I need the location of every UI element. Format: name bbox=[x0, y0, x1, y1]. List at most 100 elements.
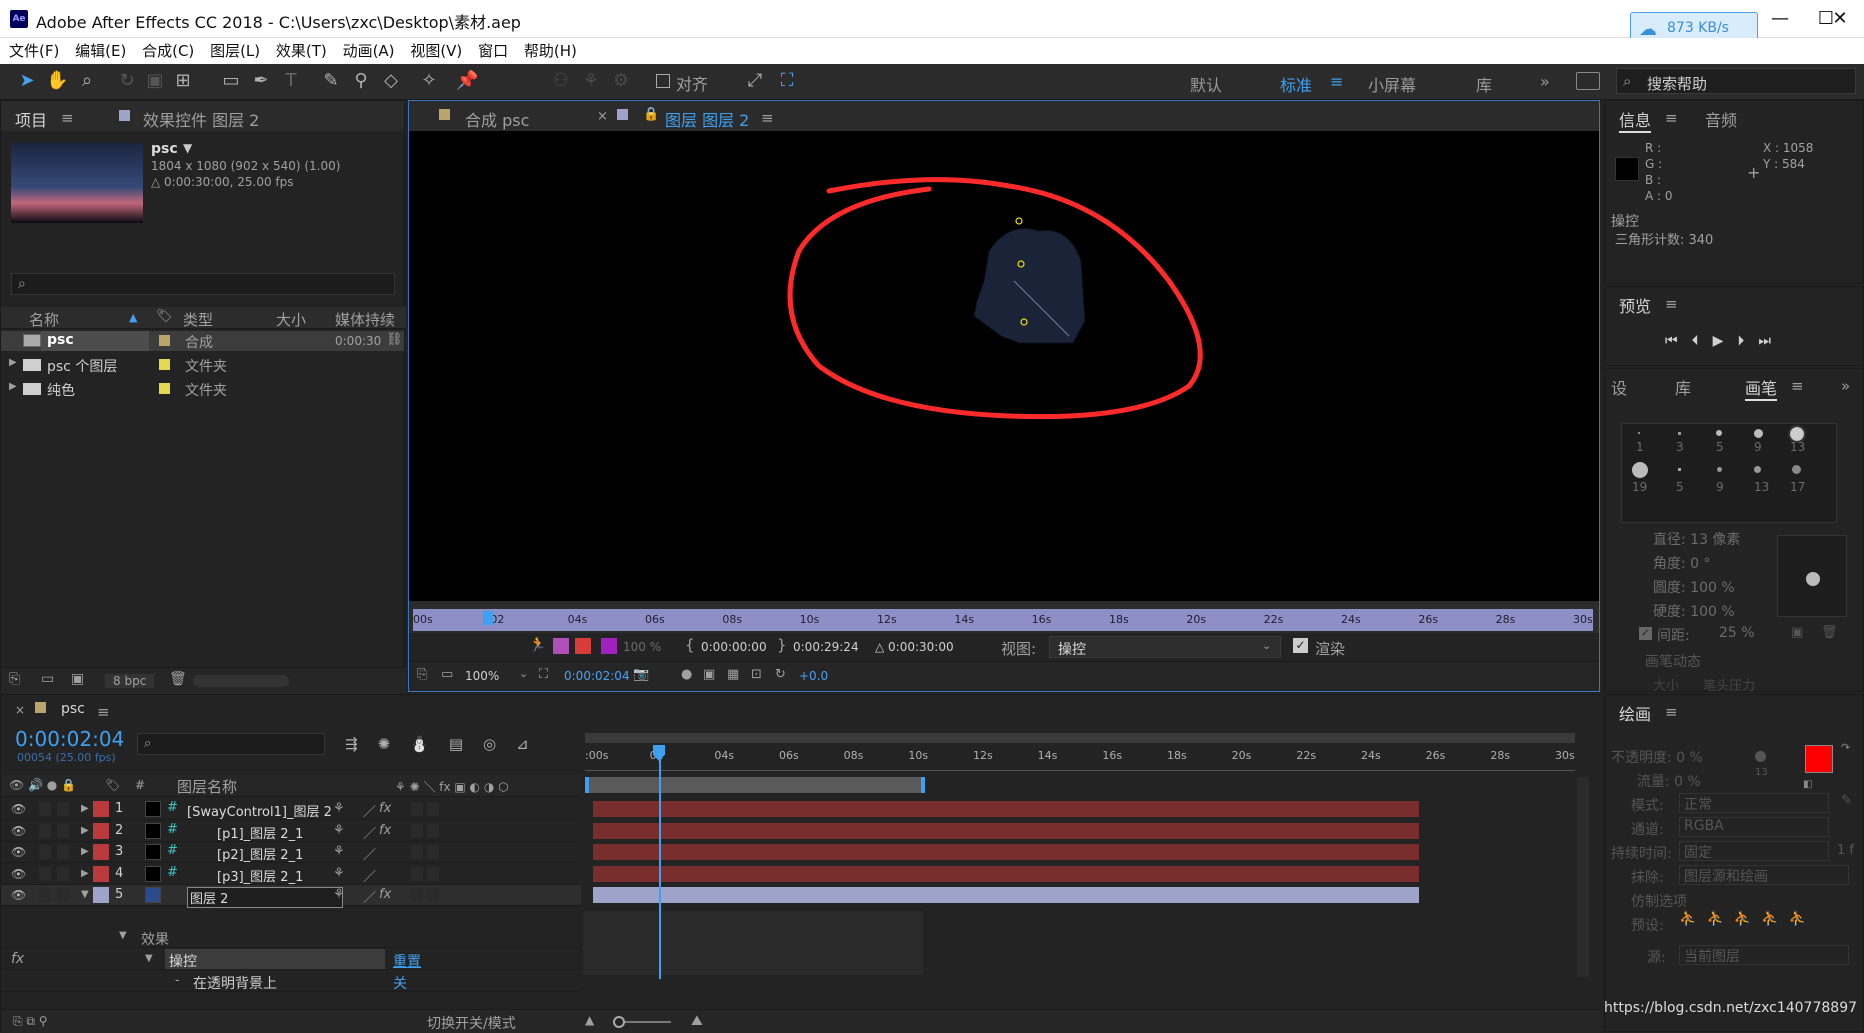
out-time[interactable]: 0:00:29:24 bbox=[793, 640, 859, 654]
region-icon[interactable]: ▣ bbox=[703, 667, 715, 682]
motion-blur-toggle[interactable] bbox=[411, 823, 423, 838]
fx-switch-icon[interactable]: fx bbox=[379, 801, 391, 816]
fx-switch-icon[interactable]: fx bbox=[379, 823, 391, 838]
puppet-starch-icon[interactable]: ⚘ bbox=[580, 70, 602, 92]
shy-layers-icon[interactable]: ⛄ bbox=[410, 735, 449, 753]
viewer-menu-icon[interactable]: ≡ bbox=[761, 109, 774, 127]
list-item[interactable]: ▶ psc 个图层 文件夹 bbox=[1, 355, 404, 375]
menu-help[interactable]: 帮助(H) bbox=[524, 38, 577, 64]
timeline-timecode[interactable]: 0:00:02:04 bbox=[15, 727, 124, 751]
layer-name[interactable]: [SwayControl1]_图层 2 bbox=[187, 801, 332, 820]
3d-view-icon[interactable]: ⊡ bbox=[751, 667, 762, 682]
brush-dot[interactable] bbox=[1638, 432, 1640, 434]
adjustment-toggle[interactable] bbox=[427, 866, 439, 881]
selection-tool-icon[interactable]: ➤ bbox=[16, 70, 38, 92]
layer-name[interactable]: [p3]_图层 2_1 bbox=[217, 866, 303, 885]
quality-switch-icon[interactable]: ／ bbox=[363, 801, 376, 820]
clone-preset-icon[interactable]: ⛹ bbox=[1679, 911, 1706, 927]
motion-blur-toggle[interactable] bbox=[411, 845, 423, 859]
menu-animation[interactable]: 动画(A) bbox=[343, 38, 395, 64]
expand-arrow-icon[interactable]: ▶ bbox=[9, 357, 17, 368]
workspace-libraries[interactable]: 库 bbox=[1476, 72, 1492, 96]
quality-switch-icon[interactable]: ／ bbox=[363, 866, 376, 885]
workspace-more-icon[interactable]: » bbox=[1540, 72, 1550, 91]
clone-preset-icon[interactable]: ⛹ bbox=[1734, 911, 1761, 927]
layer-bar[interactable] bbox=[593, 865, 1419, 882]
playhead[interactable] bbox=[483, 611, 493, 625]
track-area[interactable]: :00s0204s06s08s10s12s14s16s18s20s22s24s2… bbox=[583, 725, 1601, 1009]
workspace-menu-icon[interactable]: ≡ bbox=[1330, 72, 1343, 91]
zoom-tool-icon[interactable]: ⌕ bbox=[76, 70, 98, 92]
zoom-level[interactable]: 100% bbox=[465, 669, 499, 683]
close-tab-icon[interactable]: × bbox=[15, 703, 25, 717]
brush-angle[interactable]: 角度: 0 ° bbox=[1653, 553, 1711, 573]
label-swatch[interactable] bbox=[93, 865, 109, 882]
adjustment-toggle[interactable] bbox=[427, 888, 439, 902]
tab-composition[interactable]: 合成 psc bbox=[465, 107, 529, 131]
workspace-default[interactable]: 默认 bbox=[1190, 72, 1222, 96]
last-frame-icon[interactable]: ⏭ bbox=[1758, 333, 1785, 349]
fx-switch-icon[interactable]: fx bbox=[379, 887, 391, 902]
eye-icon[interactable]: 👁 bbox=[11, 867, 26, 881]
motion-blur-toggle[interactable] bbox=[411, 866, 423, 881]
effect-row[interactable]: fx ▼ 操控 重置 bbox=[1, 949, 581, 970]
expand-arrow-icon[interactable]: ▶ bbox=[81, 803, 89, 814]
timeline-scrollbar[interactable] bbox=[1577, 777, 1589, 977]
list-item[interactable]: ▶ 纯色 文件夹 bbox=[1, 379, 404, 399]
brush-dot-selected[interactable] bbox=[1788, 425, 1806, 443]
new-composition-icon[interactable]: ▣ bbox=[71, 671, 84, 687]
layer-name[interactable]: [p1]_图层 2_1 bbox=[217, 823, 303, 842]
label-swatch[interactable] bbox=[93, 801, 109, 817]
prev-frame-icon[interactable]: ⏴ bbox=[1692, 333, 1713, 349]
tab-timeline-comp[interactable]: psc bbox=[61, 701, 85, 717]
expand-arrow-icon[interactable]: ▶ bbox=[9, 381, 17, 392]
view-dropdown[interactable]: 操控 ⌄ bbox=[1049, 636, 1281, 658]
eraser-tool-icon[interactable]: ◇ bbox=[380, 70, 402, 92]
interpret-footage-icon[interactable]: ⎘ bbox=[9, 671, 20, 687]
item-dropdown-icon[interactable]: ▼ bbox=[183, 141, 192, 155]
default-colors-icon[interactable]: ◧ bbox=[1803, 779, 1812, 790]
timeline-ruler[interactable]: :00s0204s06s08s10s12s14s16s18s20s22s24s2… bbox=[585, 745, 1575, 771]
brush-dot[interactable] bbox=[1754, 466, 1761, 473]
onion-skin-icon[interactable] bbox=[553, 638, 569, 654]
eye-icon[interactable]: 👁 bbox=[11, 802, 26, 816]
new-brush-icon[interactable]: ▣ bbox=[1791, 625, 1803, 640]
tab-library[interactable]: 库 bbox=[1675, 375, 1691, 399]
puppet-overlap-icon[interactable]: ⚇ bbox=[550, 70, 572, 92]
minimize-button[interactable]: — bbox=[1760, 4, 1800, 34]
brush-dot[interactable] bbox=[1717, 467, 1722, 472]
clone-preset-icon[interactable]: ⛹ bbox=[1789, 911, 1816, 927]
expand-arrow-icon[interactable]: ▶ bbox=[81, 846, 89, 857]
quality-switch-icon[interactable]: ／ bbox=[363, 844, 376, 863]
layer-bar[interactable] bbox=[593, 887, 1419, 903]
adjustment-toggle[interactable] bbox=[427, 845, 439, 859]
channel-icon[interactable]: ● bbox=[681, 667, 692, 682]
shy-switch-icon[interactable]: ⚘ bbox=[333, 866, 345, 881]
brush-menu-icon[interactable]: ≡ bbox=[1791, 377, 1804, 395]
tab-audio[interactable]: 音频 bbox=[1705, 107, 1737, 131]
layer-bar[interactable] bbox=[593, 844, 1419, 860]
audio-toggle[interactable] bbox=[39, 802, 51, 816]
rotate-tool-icon[interactable]: ↻ bbox=[116, 70, 138, 92]
layer-bar[interactable] bbox=[593, 822, 1419, 839]
monitor-icon[interactable]: ▭ bbox=[441, 667, 453, 682]
solo-toggle[interactable] bbox=[57, 866, 69, 881]
col-size[interactable]: 大小 bbox=[276, 309, 306, 330]
render-checkbox[interactable]: ✓ bbox=[1293, 638, 1308, 653]
clone-stamp-tool-icon[interactable]: ⚲ bbox=[350, 70, 372, 92]
transparency-grid-icon[interactable]: ▦ bbox=[727, 667, 739, 682]
puppet-icon[interactable]: 🏃 bbox=[529, 637, 546, 653]
zoom-in-icon[interactable]: ⛰ bbox=[691, 1013, 703, 1029]
chevron-down-icon[interactable]: ⌄ bbox=[519, 667, 528, 680]
paint-menu-icon[interactable]: ≡ bbox=[1665, 703, 1678, 721]
always-preview-icon[interactable]: ⎘ bbox=[417, 667, 427, 682]
col-name[interactable]: 名称 bbox=[29, 309, 59, 330]
snapshot-icon[interactable]: 📷 bbox=[633, 667, 649, 682]
source-dropdown[interactable]: 当前图层 bbox=[1679, 945, 1849, 965]
out-point-icon[interactable]: } bbox=[777, 636, 787, 654]
audio-toggle[interactable] bbox=[39, 845, 51, 859]
expand-arrow-icon[interactable]: ▶ bbox=[81, 825, 89, 836]
safe-margins-icon[interactable]: ⛶ bbox=[539, 667, 548, 682]
menu-view[interactable]: 视图(V) bbox=[410, 38, 462, 64]
camera-tool-icon[interactable]: ▣ bbox=[144, 70, 166, 92]
